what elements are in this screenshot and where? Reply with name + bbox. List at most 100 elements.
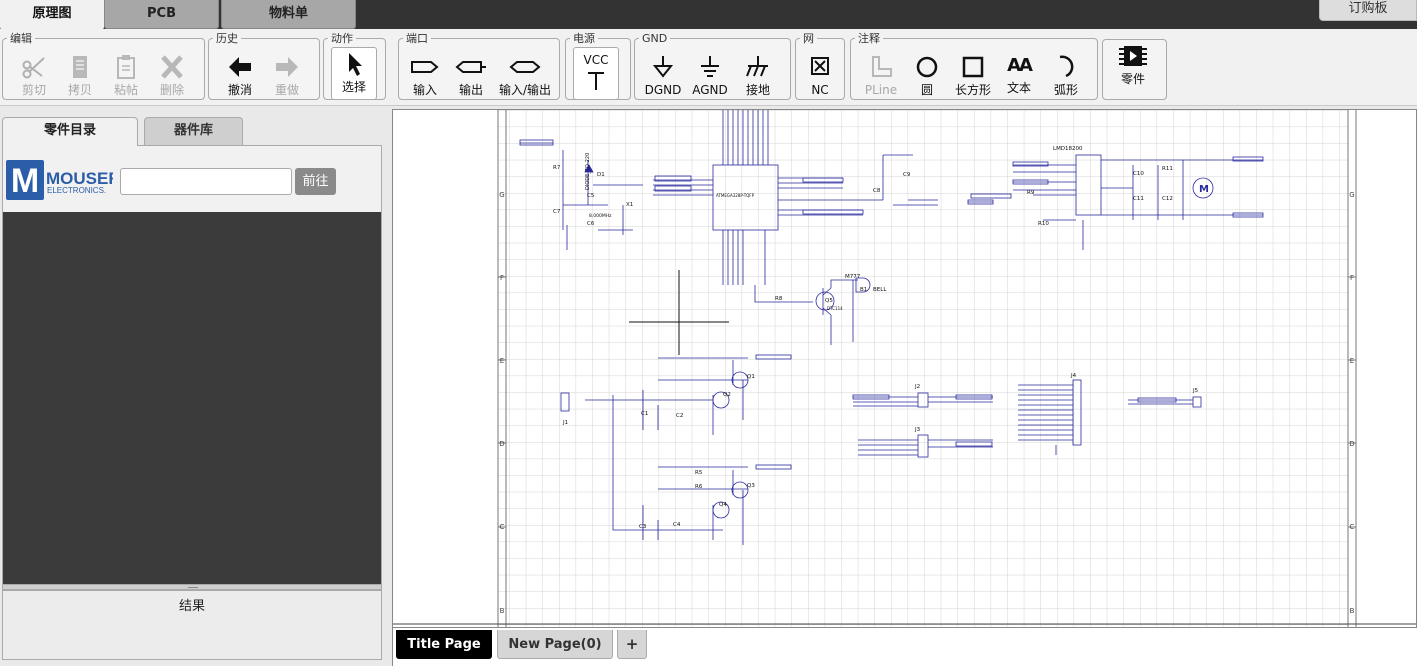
close-x-icon bbox=[149, 54, 195, 82]
page-tab-new[interactable]: New Page(0) bbox=[497, 630, 613, 659]
c6-label: C6 bbox=[587, 221, 595, 227]
row-label-right: C bbox=[1350, 523, 1355, 531]
dgnd-button[interactable]: DGND bbox=[640, 52, 686, 100]
circle-button[interactable]: 圆 bbox=[904, 52, 950, 100]
ground-button[interactable]: 接地 bbox=[735, 52, 781, 100]
mouser-logo: M MOUSER ELECTRONICS. bbox=[6, 160, 121, 200]
select-button[interactable]: 选择 bbox=[331, 47, 377, 100]
edit-group-legend: 编辑 bbox=[10, 32, 32, 45]
cut-button[interactable]: 剪切 bbox=[11, 52, 57, 100]
text-aa-icon: AA bbox=[1007, 55, 1033, 76]
port-io-label: 输入/输出 bbox=[498, 83, 552, 97]
arc-button[interactable]: 弧形 bbox=[1043, 52, 1089, 100]
text-button[interactable]: AA 文本 bbox=[996, 52, 1042, 100]
add-page-button[interactable]: + bbox=[617, 630, 647, 659]
bell-label: BELL bbox=[873, 287, 887, 293]
r8-label: R8 bbox=[775, 296, 783, 302]
c9-label: C9 bbox=[903, 172, 911, 178]
vcc-button[interactable]: VCC bbox=[573, 47, 619, 100]
order-board-button[interactable]: 订购板 bbox=[1319, 0, 1417, 21]
agnd-button[interactable]: AGND bbox=[687, 52, 733, 100]
go-button[interactable]: 前往 bbox=[295, 168, 336, 195]
mouser-search-input[interactable] bbox=[120, 168, 292, 195]
power-group: 电源 VCC bbox=[565, 33, 631, 100]
nc-button[interactable]: NC bbox=[797, 52, 843, 100]
row-label-left: C bbox=[500, 523, 505, 531]
tab-pcb[interactable]: PCB bbox=[104, 0, 219, 29]
j1-label: J1 bbox=[562, 420, 568, 426]
delete-button[interactable]: 删除 bbox=[149, 52, 195, 100]
arrow-right-icon bbox=[264, 54, 310, 82]
row-label-left: F bbox=[500, 274, 504, 282]
tab-bom[interactable]: 物料单 bbox=[221, 0, 356, 29]
copy-button[interactable]: 拷贝 bbox=[57, 52, 103, 100]
agnd-icon bbox=[687, 54, 733, 82]
j3-label: J3 bbox=[914, 427, 921, 433]
pointer-icon bbox=[332, 51, 376, 79]
redo-button[interactable]: 重做 bbox=[264, 52, 310, 100]
tab-schematic[interactable]: 原理图 bbox=[0, 0, 104, 30]
results-panel: 结果 bbox=[2, 590, 382, 660]
top-tab-bar: 原理图 PCB 物料单 订购板 bbox=[0, 0, 1417, 30]
scissors-icon bbox=[11, 54, 57, 82]
text-label: 文本 bbox=[1006, 81, 1031, 95]
copy-icon bbox=[57, 54, 103, 82]
q4-label: Q4 bbox=[719, 502, 727, 508]
port-input-label: 输入 bbox=[412, 83, 437, 97]
dgnd-icon bbox=[640, 54, 686, 82]
crystal-label: 8.000MHz bbox=[589, 213, 612, 219]
d1-label: D1 bbox=[597, 172, 605, 178]
circle-icon bbox=[904, 54, 950, 82]
c3-label: C3 bbox=[639, 524, 647, 530]
dgnd-label: DGND bbox=[644, 83, 682, 97]
catalog-search-panel: M MOUSER ELECTRONICS. 前往 bbox=[2, 145, 382, 212]
row-label-left: B bbox=[500, 607, 505, 615]
vcc-label: VCC bbox=[583, 53, 609, 67]
row-label-right: D bbox=[1349, 440, 1354, 448]
parts-group: 零件 bbox=[1102, 39, 1167, 100]
delete-label: 删除 bbox=[159, 83, 184, 97]
parts-label: 零件 bbox=[1120, 72, 1145, 86]
catalog-results-list[interactable] bbox=[2, 212, 382, 585]
tab-part-catalog[interactable]: 零件目录 bbox=[2, 117, 138, 146]
port-io-button[interactable]: 输入/输出 bbox=[495, 52, 555, 100]
c8-label: C8 bbox=[873, 188, 881, 194]
edit-group: 编辑 剪切 拷贝 粘帖 删除 bbox=[2, 33, 205, 100]
port-input-icon bbox=[402, 54, 448, 82]
polyline-icon bbox=[858, 54, 904, 82]
port-input-button[interactable]: 输入 bbox=[402, 52, 448, 100]
row-label-left: G bbox=[499, 191, 504, 199]
rectangle-icon bbox=[950, 54, 996, 82]
c1-label: C1 bbox=[641, 411, 648, 417]
undo-button[interactable]: 撤消 bbox=[217, 52, 263, 100]
paste-icon bbox=[103, 54, 149, 82]
gnd-group-legend: GND bbox=[642, 32, 668, 45]
rectangle-button[interactable]: 长方形 bbox=[950, 52, 996, 100]
r7-label: R7 bbox=[553, 165, 561, 171]
select-label: 选择 bbox=[341, 80, 366, 94]
paste-label: 粘帖 bbox=[113, 83, 138, 97]
parts-button[interactable]: 零件 bbox=[1110, 41, 1156, 89]
copy-label: 拷贝 bbox=[67, 83, 92, 97]
agnd-label: AGND bbox=[692, 83, 728, 97]
c5-label: C5 bbox=[587, 193, 595, 199]
port-group: 端口 输入 输出 输入/输出 bbox=[398, 33, 560, 100]
page-tab-title[interactable]: Title Page bbox=[396, 630, 492, 659]
pline-button[interactable]: PLine bbox=[858, 52, 904, 100]
paste-button[interactable]: 粘帖 bbox=[103, 52, 149, 100]
mouser-logo-sub: ELECTRONICS. bbox=[47, 186, 106, 195]
port-group-legend: 端口 bbox=[406, 32, 428, 45]
c2-label: C2 bbox=[676, 413, 683, 419]
row-label-right: G bbox=[1349, 191, 1354, 199]
lmd-label: LMD18200 bbox=[1053, 146, 1083, 152]
port-io-icon bbox=[495, 54, 555, 82]
r9-label: R9 bbox=[1027, 190, 1035, 196]
schematic-canvas[interactable]: G F E D C B G F E D C B ATMEGA328P-TQFP … bbox=[392, 109, 1417, 628]
results-title: 结果 bbox=[178, 599, 205, 614]
port-output-button[interactable]: 输出 bbox=[448, 52, 494, 100]
page-tab-bar: Title Page New Page(0) + bbox=[392, 628, 1417, 666]
tab-device-library[interactable]: 器件库 bbox=[144, 117, 243, 145]
arrow-left-icon bbox=[217, 54, 263, 82]
c4-label: C4 bbox=[673, 522, 681, 528]
schematic-drawing[interactable]: G F E D C B G F E D C B ATMEGA328P-TQFP … bbox=[393, 110, 1417, 628]
